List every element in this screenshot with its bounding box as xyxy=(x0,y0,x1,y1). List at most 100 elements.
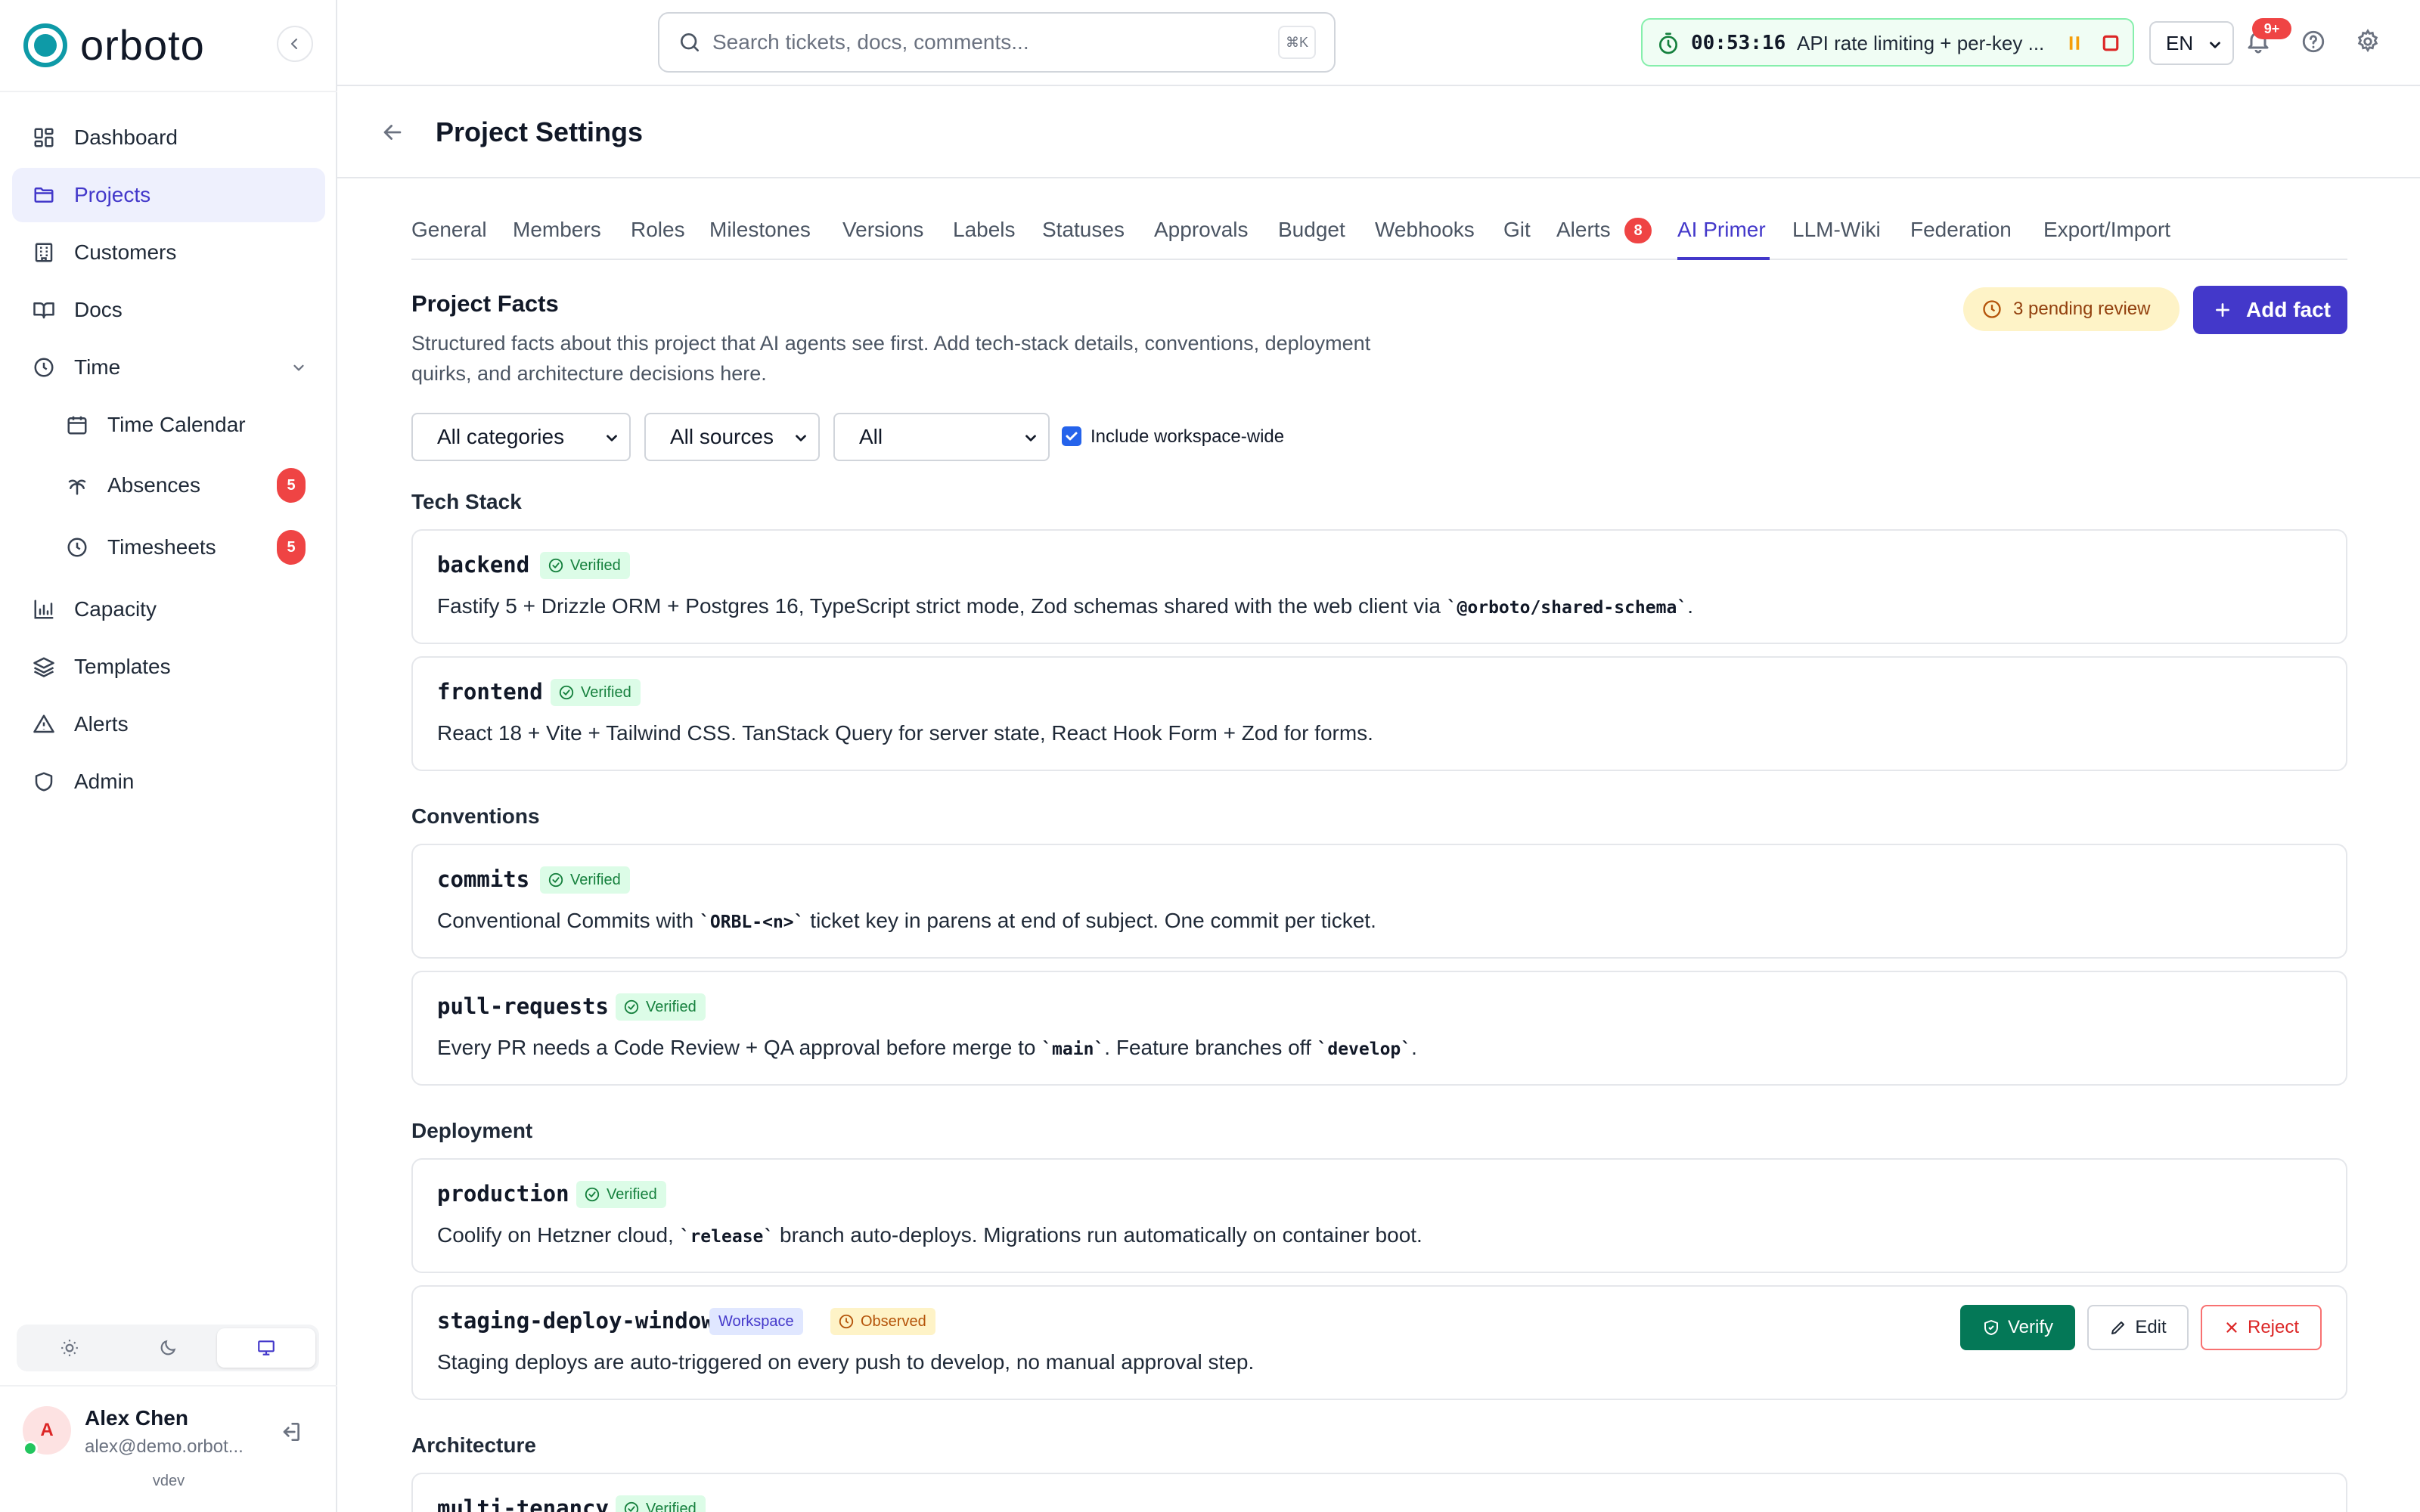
app-name: orboto xyxy=(80,21,205,69)
fact-text: Conventional Commits with `ORBL-<n>` tic… xyxy=(437,909,1376,932)
settings-button[interactable] xyxy=(2355,29,2381,54)
chevron-down-icon xyxy=(290,359,307,376)
theme-system-button[interactable] xyxy=(217,1328,315,1368)
pencil-icon xyxy=(2111,1321,2125,1334)
tab-members[interactable]: Members xyxy=(513,218,601,242)
search-icon xyxy=(678,30,702,54)
tab-budget[interactable]: Budget xyxy=(1278,218,1345,242)
theme-light-button[interactable] xyxy=(20,1328,119,1368)
sidebar-item-alerts[interactable]: Alerts xyxy=(12,697,325,751)
fact-card-multi-tenancy[interactable]: multi-tenancy Verified xyxy=(411,1473,2347,1512)
tab-versions[interactable]: Versions xyxy=(842,218,923,242)
pending-review-badge[interactable]: 3 pending review xyxy=(1963,287,2180,331)
orboto-logo-icon xyxy=(23,23,68,68)
status-filter-value: All xyxy=(859,425,883,448)
fact-card-staging-deploy-window[interactable]: staging-deploy-window Workspace Observed… xyxy=(411,1285,2347,1400)
active-tab-indicator xyxy=(1677,257,1770,260)
tab-export-import[interactable]: Export/Import xyxy=(2043,218,2170,242)
layers-icon xyxy=(30,653,57,680)
fact-card-production[interactable]: production Verified Coolify on Hetzner c… xyxy=(411,1158,2347,1273)
status-filter-select[interactable]: All xyxy=(833,413,1050,461)
user-email: alex@demo.orbot... xyxy=(85,1436,244,1457)
category-filter-select[interactable]: All categories xyxy=(411,413,631,461)
sidebar-item-time[interactable]: Time xyxy=(12,340,325,395)
tab-alerts[interactable]: Alerts xyxy=(1556,218,1611,242)
sidebar-item-admin[interactable]: Admin xyxy=(12,754,325,809)
sidebar-item-time-calendar[interactable]: Time Calendar xyxy=(48,398,325,452)
group-title-deployment: Deployment xyxy=(411,1119,533,1142)
language-value: EN xyxy=(2166,31,2194,54)
clock-icon xyxy=(64,534,91,561)
sidebar-item-docs[interactable]: Docs xyxy=(12,283,325,337)
sidebar-item-label: Time Calendar xyxy=(107,413,246,436)
chevron-down-icon xyxy=(793,429,809,446)
checkmark-icon xyxy=(1066,432,1078,441)
sidebar-item-projects[interactable]: Projects xyxy=(12,168,325,222)
tab-webhooks[interactable]: Webhooks xyxy=(1375,218,1475,242)
fact-card-pull-requests[interactable]: pull-requests Verified Every PR needs a … xyxy=(411,971,2347,1086)
tab-llm-wiki[interactable]: LLM-Wiki xyxy=(1792,218,1881,242)
logout-icon xyxy=(283,1423,299,1441)
group-title-architecture: Architecture xyxy=(411,1433,536,1457)
tab-general[interactable]: General xyxy=(411,218,487,242)
fact-card-frontend[interactable]: frontend Verified React 18 + Vite + Tail… xyxy=(411,656,2347,771)
theme-dark-button[interactable] xyxy=(119,1328,217,1368)
timesheets-count-badge: 5 xyxy=(277,530,306,565)
logout-button[interactable] xyxy=(275,1417,306,1447)
divider xyxy=(0,91,337,92)
verify-button[interactable]: Verify xyxy=(1960,1305,2075,1350)
edit-button[interactable]: Edit xyxy=(2087,1305,2189,1350)
dashboard-icon xyxy=(30,124,57,151)
sidebar-item-capacity[interactable]: Capacity xyxy=(12,582,325,637)
stop-timer-button[interactable] xyxy=(2099,32,2122,54)
sidebar-item-customers[interactable]: Customers xyxy=(12,225,325,280)
search-input[interactable] xyxy=(712,26,1242,59)
page-title: Project Settings xyxy=(436,116,644,147)
tab-labels[interactable]: Labels xyxy=(953,218,1016,242)
palm-tree-icon xyxy=(64,472,91,499)
settings-tabs: General Members Roles Milestones Version… xyxy=(411,210,2347,260)
help-circle-icon xyxy=(2302,30,2325,53)
tab-git[interactable]: Git xyxy=(1503,218,1531,242)
tab-milestones[interactable]: Milestones xyxy=(709,218,811,242)
reject-button[interactable]: Reject xyxy=(2201,1305,2322,1350)
sidebar-item-label: Timesheets xyxy=(107,535,216,559)
fact-key: commits xyxy=(437,866,530,892)
tab-federation[interactable]: Federation xyxy=(1910,218,2012,242)
tab-roles[interactable]: Roles xyxy=(631,218,685,242)
check-circle-icon xyxy=(624,999,639,1015)
source-filter-select[interactable]: All sources xyxy=(644,413,820,461)
include-workspace-checkbox[interactable] xyxy=(1062,426,1081,446)
active-timer[interactable]: 00:53:16 API rate limiting + per-key ... xyxy=(1641,18,2134,67)
tab-approvals[interactable]: Approvals xyxy=(1154,218,1249,242)
fact-key: pull-requests xyxy=(437,993,609,1019)
collapse-sidebar-button[interactable] xyxy=(277,26,313,62)
include-workspace-label[interactable]: Include workspace-wide xyxy=(1091,426,1284,448)
language-select[interactable]: EN xyxy=(2149,21,2234,65)
book-icon xyxy=(30,296,57,324)
fact-key: production xyxy=(437,1181,569,1207)
section-title: Project Facts xyxy=(411,290,559,317)
workspace-badge: Workspace xyxy=(709,1308,803,1335)
pause-timer-button[interactable] xyxy=(2063,32,2086,54)
clock-icon xyxy=(30,354,57,381)
back-button[interactable] xyxy=(380,119,405,145)
tab-statuses[interactable]: Statuses xyxy=(1042,218,1125,242)
fact-card-commits[interactable]: commits Verified Conventional Commits wi… xyxy=(411,844,2347,959)
sidebar-item-timesheets[interactable]: Timesheets 5 xyxy=(48,520,325,575)
sidebar-item-absences[interactable]: Absences 5 xyxy=(48,458,325,513)
logo[interactable]: orboto xyxy=(23,21,315,70)
verified-badge: Verified xyxy=(540,552,630,579)
divider xyxy=(0,1385,337,1387)
sidebar-item-dashboard[interactable]: Dashboard xyxy=(12,110,325,165)
tab-ai-primer[interactable]: AI Primer xyxy=(1677,218,1766,242)
timer-task-label: API rate limiting + per-key ... xyxy=(1797,32,2045,54)
absences-count-badge: 5 xyxy=(277,468,306,503)
check-circle-icon xyxy=(585,1187,600,1202)
clock-icon xyxy=(1983,300,2001,318)
fact-card-backend[interactable]: backend Verified Fastify 5 + Drizzle ORM… xyxy=(411,529,2347,644)
help-button[interactable] xyxy=(2301,29,2326,54)
add-fact-button[interactable]: Add fact xyxy=(2193,286,2347,334)
sidebar-item-templates[interactable]: Templates xyxy=(12,640,325,694)
close-icon xyxy=(2226,1322,2237,1333)
